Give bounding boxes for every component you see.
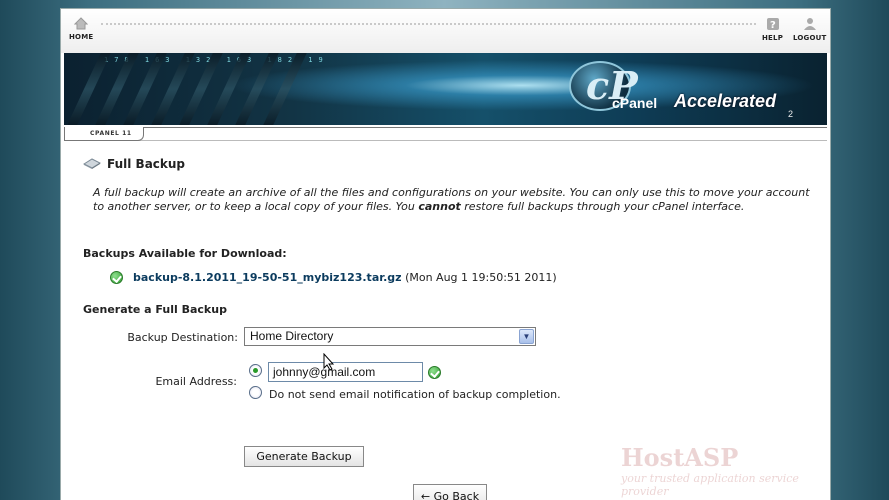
check-icon <box>110 271 123 284</box>
go-back-button[interactable]: ← Go Back <box>413 484 487 500</box>
description-text-2: restore full backups through your cPanel… <box>460 200 745 213</box>
hostasp-watermark: HostASP your trusted application service… <box>621 443 830 498</box>
logout-label: LOGOUT <box>793 34 827 42</box>
nav-divider <box>101 23 756 25</box>
logout-button[interactable]: LOGOUT <box>793 17 827 42</box>
home-icon <box>74 17 89 30</box>
home-button[interactable]: HOME <box>69 17 93 41</box>
email-address-label: Email Address: <box>155 375 237 388</box>
cpanel-logo-version: 2 <box>788 109 794 119</box>
generate-backup-button[interactable]: Generate Backup <box>244 446 364 467</box>
backup-drive-icon <box>83 158 101 169</box>
email-notify-radio[interactable] <box>249 364 262 377</box>
cpanel-logo-brand: cPanel <box>612 95 658 111</box>
backup-list-item: backup-8.1.2011_19-50-51_mybiz123.tar.gz… <box>110 271 557 284</box>
top-nav: HOME ? HELP LOGOUT <box>61 9 830 53</box>
email-valid-check-icon <box>428 366 441 379</box>
generate-backup-title: Generate a Full Backup <box>83 303 227 316</box>
backup-destination-label: Backup Destination: <box>127 331 238 344</box>
description-emphasis: cannot <box>418 200 461 213</box>
user-icon <box>803 18 816 30</box>
backup-download-link[interactable]: backup-8.1.2011_19-50-51_mybiz123.tar.gz <box>133 271 402 284</box>
backups-available-title: Backups Available for Download: <box>83 247 287 260</box>
version-bar: CPANEL 11 <box>64 127 827 141</box>
no-email-radio[interactable] <box>249 386 262 399</box>
backup-date: (Mon Aug 1 19:50:51 2011) <box>405 271 557 284</box>
svg-text:?: ? <box>770 20 776 31</box>
watermark-subtitle: your trusted application service provide… <box>621 472 799 498</box>
version-label: CPANEL 11 <box>90 130 132 137</box>
cpanel-logo-product: Accelerated <box>674 91 777 111</box>
watermark-title: HostASP <box>621 443 739 472</box>
help-label: HELP <box>762 34 784 42</box>
page-title: Full Backup <box>107 157 186 171</box>
cpanel-banner: 178 163 132 163 182 19 cP cPanel Acceler… <box>64 53 827 125</box>
backup-destination-value: Home Directory <box>250 329 334 343</box>
home-label: HOME <box>69 33 94 41</box>
help-button[interactable]: ? HELP <box>762 17 783 42</box>
email-field[interactable]: johnny@gmail.com <box>268 362 423 382</box>
chevron-down-icon[interactable]: ▼ <box>519 329 534 344</box>
mouse-cursor-icon <box>323 353 335 371</box>
main-content: Full Backup A full backup will create an… <box>61 141 830 500</box>
page-description: A full backup will create an archive of … <box>93 186 813 214</box>
page-container: HOME ? HELP LOGOUT 178 163 132 163 182 1… <box>60 8 831 500</box>
help-icon: ? <box>766 18 779 31</box>
no-email-label: Do not send email notification of backup… <box>269 388 561 401</box>
backup-destination-select[interactable]: Home Directory ▼ <box>244 327 536 346</box>
page-heading: Full Backup <box>83 157 185 171</box>
